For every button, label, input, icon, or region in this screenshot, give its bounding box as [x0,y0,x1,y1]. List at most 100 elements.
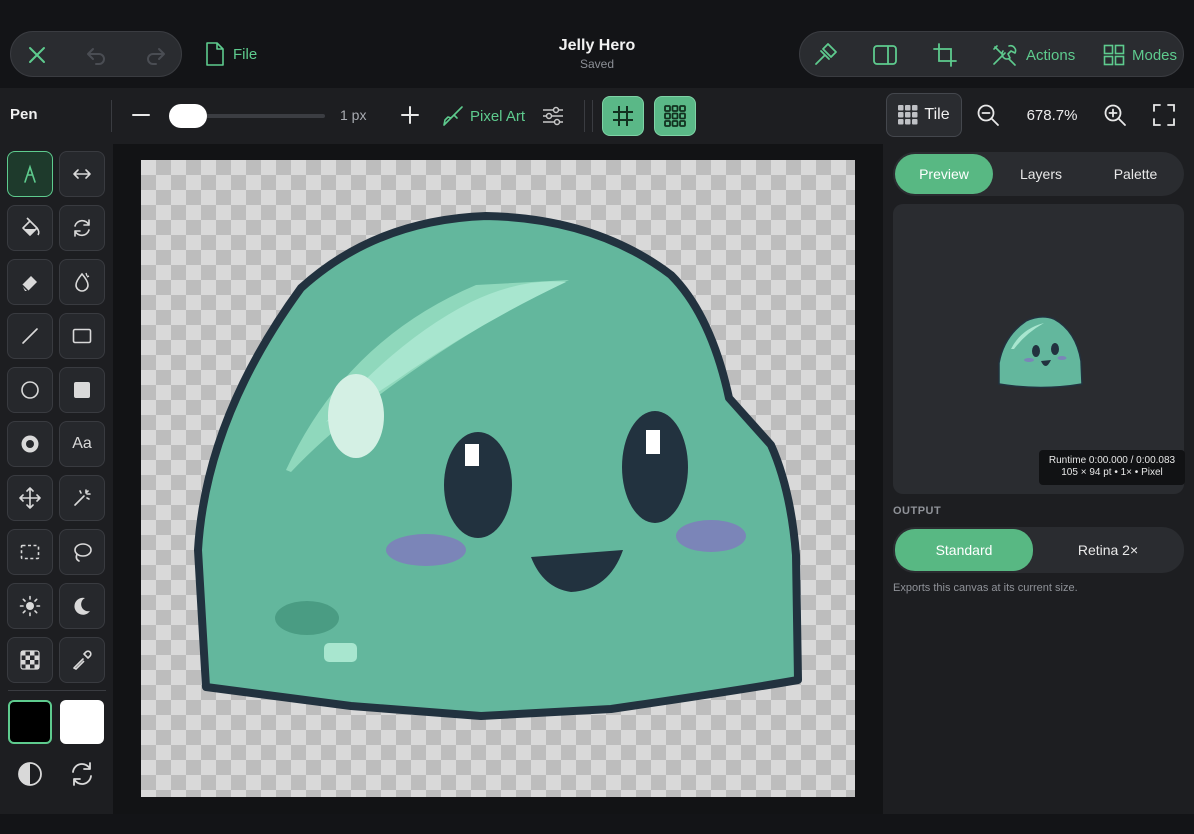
move-tool[interactable] [7,475,53,521]
blur-tool[interactable] [59,259,105,305]
tab-preview[interactable]: Preview [895,154,993,194]
line-icon [22,328,38,344]
secondary-color-swatch[interactable] [60,700,104,744]
close-icon[interactable] [25,43,49,67]
radial-icon [21,435,39,453]
decrease-size-icon[interactable] [131,105,151,125]
fullscreen-icon[interactable] [1152,103,1176,127]
eyedropper-icon [73,650,92,670]
marquee-select-icon [20,544,40,560]
divider [584,100,585,132]
text-tool[interactable]: Aa [59,421,105,467]
modes-button[interactable]: Modes [1103,32,1177,78]
history-controls [10,31,182,77]
darken-tool[interactable] [59,583,105,629]
file-button[interactable]: File [205,40,257,68]
hash-grid-icon [613,106,633,126]
redo-icon[interactable] [144,43,168,67]
contrast-icon[interactable] [16,760,44,788]
flip-horizontal-icon [73,169,91,179]
line-tool[interactable] [7,313,53,359]
drawing-canvas[interactable] [141,160,855,797]
slime-thumbnail [998,316,1083,389]
radial-tool[interactable] [7,421,53,467]
panel-tabs: Preview Layers Palette [893,152,1184,196]
brush-size-slider-handle[interactable] [169,104,207,128]
eraser-tool[interactable] [7,259,53,305]
ellipse-tool[interactable] [7,367,53,413]
rotate-tool[interactable] [59,205,105,251]
crop-icon [933,43,957,67]
increase-size-icon[interactable] [400,105,420,125]
pen-tool[interactable] [7,151,53,197]
fill-tool[interactable] [7,205,53,251]
modes-label: Modes [1132,46,1178,64]
tool-options-bar: Pen 1 px Pixel Art Tile 678.7% [0,88,1194,144]
save-status: Saved [579,57,615,71]
canvas-dimensions-text: 105 × 94 pt • 1× • Pixel [1061,467,1163,478]
inspector-panel: Preview Layers Palette Runtime 0:00.000 … [883,144,1194,814]
output-standard-option[interactable]: Standard [895,529,1033,571]
divider [111,100,112,132]
marquee-tool[interactable] [7,529,53,575]
dither-tool[interactable] [7,637,53,683]
grid-icon [1103,44,1125,66]
tools-icon [993,44,1017,66]
filled-square-icon [74,382,90,398]
tile-button[interactable]: Tile [886,93,962,137]
undo-icon[interactable] [84,43,108,67]
lasso-tool[interactable] [59,529,105,575]
brighten-icon [19,595,41,617]
document-title-area: Jelly Hero Saved [497,37,697,71]
zoom-out-icon[interactable] [976,103,1000,127]
zoom-level: 678.7% [1026,107,1078,124]
pen-icon [24,164,36,183]
file-icon [206,42,224,66]
hammer-button[interactable] [812,32,838,78]
bottom-strip [0,814,1194,834]
lighten-tool[interactable] [7,583,53,629]
file-label: File [233,45,258,63]
eraser-icon [21,276,37,292]
output-retina-option[interactable]: Retina 2× [1034,529,1182,571]
pixel-grid-toggle[interactable] [602,96,644,136]
page-title: Jelly Hero [558,37,636,54]
pixel-art-mode-button[interactable]: Pixel Art [442,104,525,128]
tile-grid-toggle[interactable] [654,96,696,136]
swap-colors-icon[interactable] [68,760,96,788]
runtime-text: Runtime 0:00.000 / 0:00.083 [1048,455,1176,466]
tab-palette[interactable]: Palette [1089,154,1182,194]
brush-icon [443,106,463,126]
darken-icon [74,597,90,615]
sidebar-toggle-button[interactable] [872,32,898,78]
magic-wand-tool[interactable] [59,475,105,521]
actions-button[interactable]: Actions [991,32,1075,78]
filled-rectangle-tool[interactable] [59,367,105,413]
primary-color-swatch[interactable] [8,700,52,744]
actions-label: Actions [1026,46,1076,64]
jelly-slime-artwork [194,212,802,720]
tab-layers[interactable]: Layers [993,154,1089,194]
magic-wand-icon [74,489,91,506]
rectangle-tool[interactable] [59,313,105,359]
preview-pane: Runtime 0:00.000 / 0:00.083 105 × 94 pt … [893,204,1185,494]
runtime-overlay: Runtime 0:00.000 / 0:00.083 105 × 94 pt … [1039,450,1185,485]
crop-button[interactable] [933,32,957,78]
tile-icon [898,105,918,125]
mirror-tool[interactable] [59,151,105,197]
top-right-toolbar: Actions Modes [799,31,1184,77]
hammer-icon [815,43,837,65]
current-tool-name: Pen [10,106,38,123]
tile-label: Tile [924,106,950,123]
eyedropper-tool[interactable] [59,637,105,683]
ellipse-icon [21,381,39,399]
sliders-icon[interactable] [541,104,565,128]
rotate-icon [74,219,90,237]
zoom-in-icon[interactable] [1103,103,1127,127]
rectangle-icon [72,328,92,344]
divider [8,690,106,691]
output-selector: Standard Retina 2× [893,527,1184,573]
sidebar-icon [873,45,897,65]
dots-grid-icon [664,105,686,127]
fill-bucket-icon [22,217,40,236]
